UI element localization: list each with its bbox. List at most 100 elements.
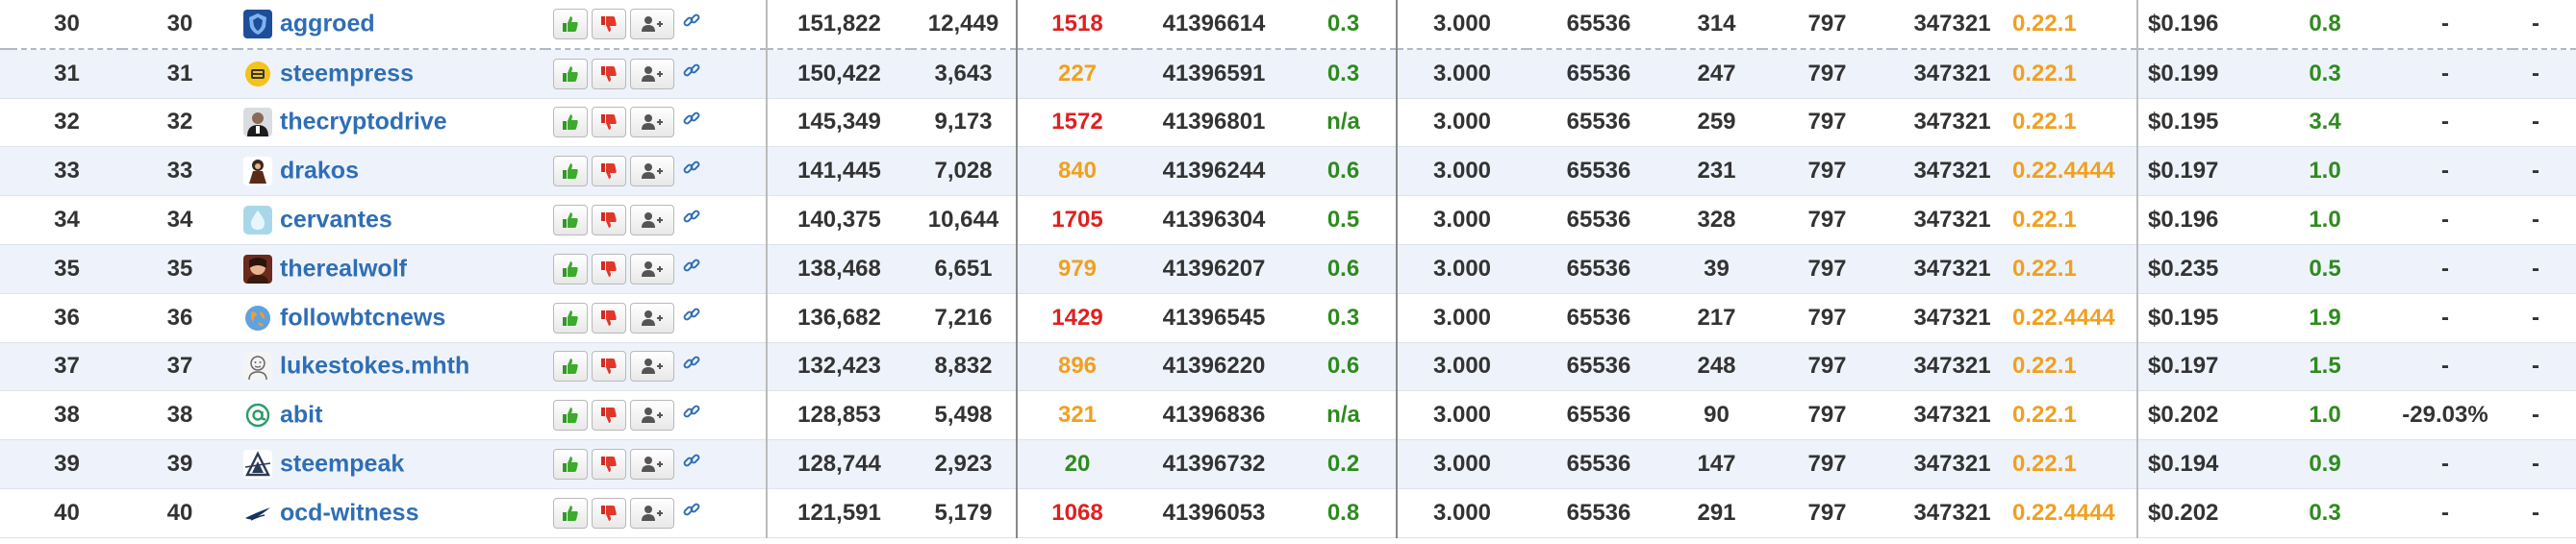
thumbs-up-icon bbox=[563, 212, 578, 229]
bias-cell: - bbox=[2378, 342, 2513, 392]
upvote-button[interactable] bbox=[553, 107, 588, 138]
external-link-icon[interactable] bbox=[682, 11, 701, 37]
external-link-icon[interactable] bbox=[682, 256, 701, 283]
thumbs-down-icon bbox=[601, 212, 617, 229]
upvote-button[interactable] bbox=[553, 302, 588, 334]
missed-blocks-cell: 840 bbox=[1016, 146, 1137, 197]
downvote-button[interactable] bbox=[592, 107, 626, 138]
upvote-button[interactable] bbox=[553, 400, 588, 432]
rank-alt-cell: 38 bbox=[122, 390, 238, 441]
votes-cell: 121,591 bbox=[766, 488, 911, 538]
price-age-cell: 1.0 bbox=[2272, 195, 2378, 245]
witness-actions bbox=[545, 439, 767, 489]
hf-cell: 797 bbox=[1762, 439, 1892, 489]
missed-blocks-cell: 321 bbox=[1016, 390, 1137, 441]
external-link-icon[interactable] bbox=[682, 353, 701, 380]
hf-cell: 797 bbox=[1762, 98, 1892, 148]
last-block-cell: 41396207 bbox=[1137, 244, 1291, 294]
external-link-icon[interactable] bbox=[682, 451, 701, 478]
version-cell: 0.22.4444 bbox=[2012, 293, 2137, 343]
witness-name-link[interactable]: followbtcnews bbox=[280, 304, 445, 331]
downvote-button[interactable] bbox=[592, 58, 626, 89]
user-plus-icon bbox=[642, 457, 663, 473]
add-proxy-button[interactable] bbox=[630, 497, 674, 529]
apr-cell: 0.3 bbox=[1291, 48, 1397, 99]
user-plus-icon bbox=[642, 408, 663, 424]
add-proxy-button[interactable] bbox=[630, 58, 674, 89]
witness-name-link[interactable]: abit bbox=[280, 402, 322, 429]
downvote-button[interactable] bbox=[592, 449, 626, 481]
voters-cell: 7,216 bbox=[911, 293, 1017, 343]
votes-cell: 128,853 bbox=[766, 390, 911, 441]
add-proxy-button[interactable] bbox=[630, 8, 674, 39]
external-link-icon[interactable] bbox=[682, 207, 701, 234]
rank-alt-cell: 36 bbox=[122, 293, 238, 343]
upvote-button[interactable] bbox=[553, 156, 588, 187]
globe-icon bbox=[243, 304, 272, 333]
price-feed-cell: $0.196 bbox=[2136, 195, 2272, 245]
upvote-button[interactable] bbox=[553, 351, 588, 383]
extra-cell: - bbox=[2513, 293, 2576, 343]
witness-table: 30 30 aggroed 151,822 12,449 1518 413966… bbox=[0, 0, 2576, 538]
upvote-button[interactable] bbox=[553, 205, 588, 236]
downvote-button[interactable] bbox=[592, 351, 626, 383]
external-link-icon[interactable] bbox=[682, 109, 701, 136]
user-plus-icon bbox=[642, 15, 663, 32]
downvote-button[interactable] bbox=[592, 8, 626, 39]
table-row: 37 37 lukestokes.mhth 132,423 8,832 896 … bbox=[0, 342, 2576, 392]
voters-cell: 12,449 bbox=[911, 0, 1017, 50]
upvote-button[interactable] bbox=[553, 253, 588, 284]
add-proxy-button[interactable] bbox=[630, 400, 674, 432]
witness-name-link[interactable]: cervantes bbox=[280, 207, 392, 234]
upvote-button[interactable] bbox=[553, 497, 588, 529]
witness-name-link[interactable]: drakos bbox=[280, 158, 359, 185]
external-link-icon[interactable] bbox=[682, 500, 701, 527]
add-proxy-button[interactable] bbox=[630, 253, 674, 284]
downvote-button[interactable] bbox=[592, 302, 626, 334]
upvote-button[interactable] bbox=[553, 449, 588, 481]
witness-name-link[interactable]: ocd-witness bbox=[280, 499, 418, 526]
block-size-cell: 65536 bbox=[1527, 439, 1671, 489]
votes-cell: 145,349 bbox=[766, 98, 911, 148]
external-link-icon[interactable] bbox=[682, 305, 701, 332]
downvote-button[interactable] bbox=[592, 253, 626, 284]
hf-cell: 797 bbox=[1762, 146, 1892, 197]
thumbs-up-icon bbox=[563, 408, 578, 424]
table-row: 36 36 followbtcnews 136,682 7,216 1429 4… bbox=[0, 293, 2576, 343]
downvote-button[interactable] bbox=[592, 205, 626, 236]
witness-name-link[interactable]: lukestokes.mhth bbox=[280, 353, 469, 380]
version-cell: 0.22.1 bbox=[2012, 342, 2137, 392]
witness-name-link[interactable]: thecryptodrive bbox=[280, 109, 447, 136]
upvote-button[interactable] bbox=[553, 8, 588, 39]
external-link-icon[interactable] bbox=[682, 158, 701, 185]
external-link-icon[interactable] bbox=[682, 61, 701, 87]
downvote-button[interactable] bbox=[592, 400, 626, 432]
sbd-days-cell: 147 bbox=[1671, 439, 1762, 489]
downvote-button[interactable] bbox=[592, 497, 626, 529]
upvote-button[interactable] bbox=[553, 58, 588, 89]
external-link-icon[interactable] bbox=[682, 402, 701, 429]
witness-name-link[interactable]: aggroed bbox=[280, 10, 375, 37]
at-sign-icon bbox=[243, 401, 272, 431]
witness-name-link[interactable]: therealwolf bbox=[280, 255, 407, 282]
add-proxy-button[interactable] bbox=[630, 302, 674, 334]
last-confirmed-cell: 347321 bbox=[1892, 293, 2012, 343]
extra-cell: - bbox=[2513, 390, 2576, 441]
thumbs-down-icon bbox=[601, 505, 617, 521]
witness-name-cell: followbtcnews bbox=[238, 293, 545, 343]
rank-cell: 38 bbox=[12, 390, 122, 441]
witness-name-link[interactable]: steempeak bbox=[280, 451, 404, 478]
rank-alt-cell: 37 bbox=[122, 342, 238, 392]
add-proxy-button[interactable] bbox=[630, 205, 674, 236]
last-confirmed-cell: 347321 bbox=[1892, 48, 2012, 99]
witness-actions bbox=[545, 98, 767, 148]
voters-cell: 2,923 bbox=[911, 439, 1017, 489]
price-feed-cell: $0.199 bbox=[2136, 48, 2272, 99]
add-proxy-button[interactable] bbox=[630, 156, 674, 187]
add-proxy-button[interactable] bbox=[630, 351, 674, 383]
add-proxy-button[interactable] bbox=[630, 449, 674, 481]
version-cell: 0.22.1 bbox=[2012, 244, 2137, 294]
add-proxy-button[interactable] bbox=[630, 107, 674, 138]
downvote-button[interactable] bbox=[592, 156, 626, 187]
witness-name-link[interactable]: steempress bbox=[280, 60, 414, 87]
